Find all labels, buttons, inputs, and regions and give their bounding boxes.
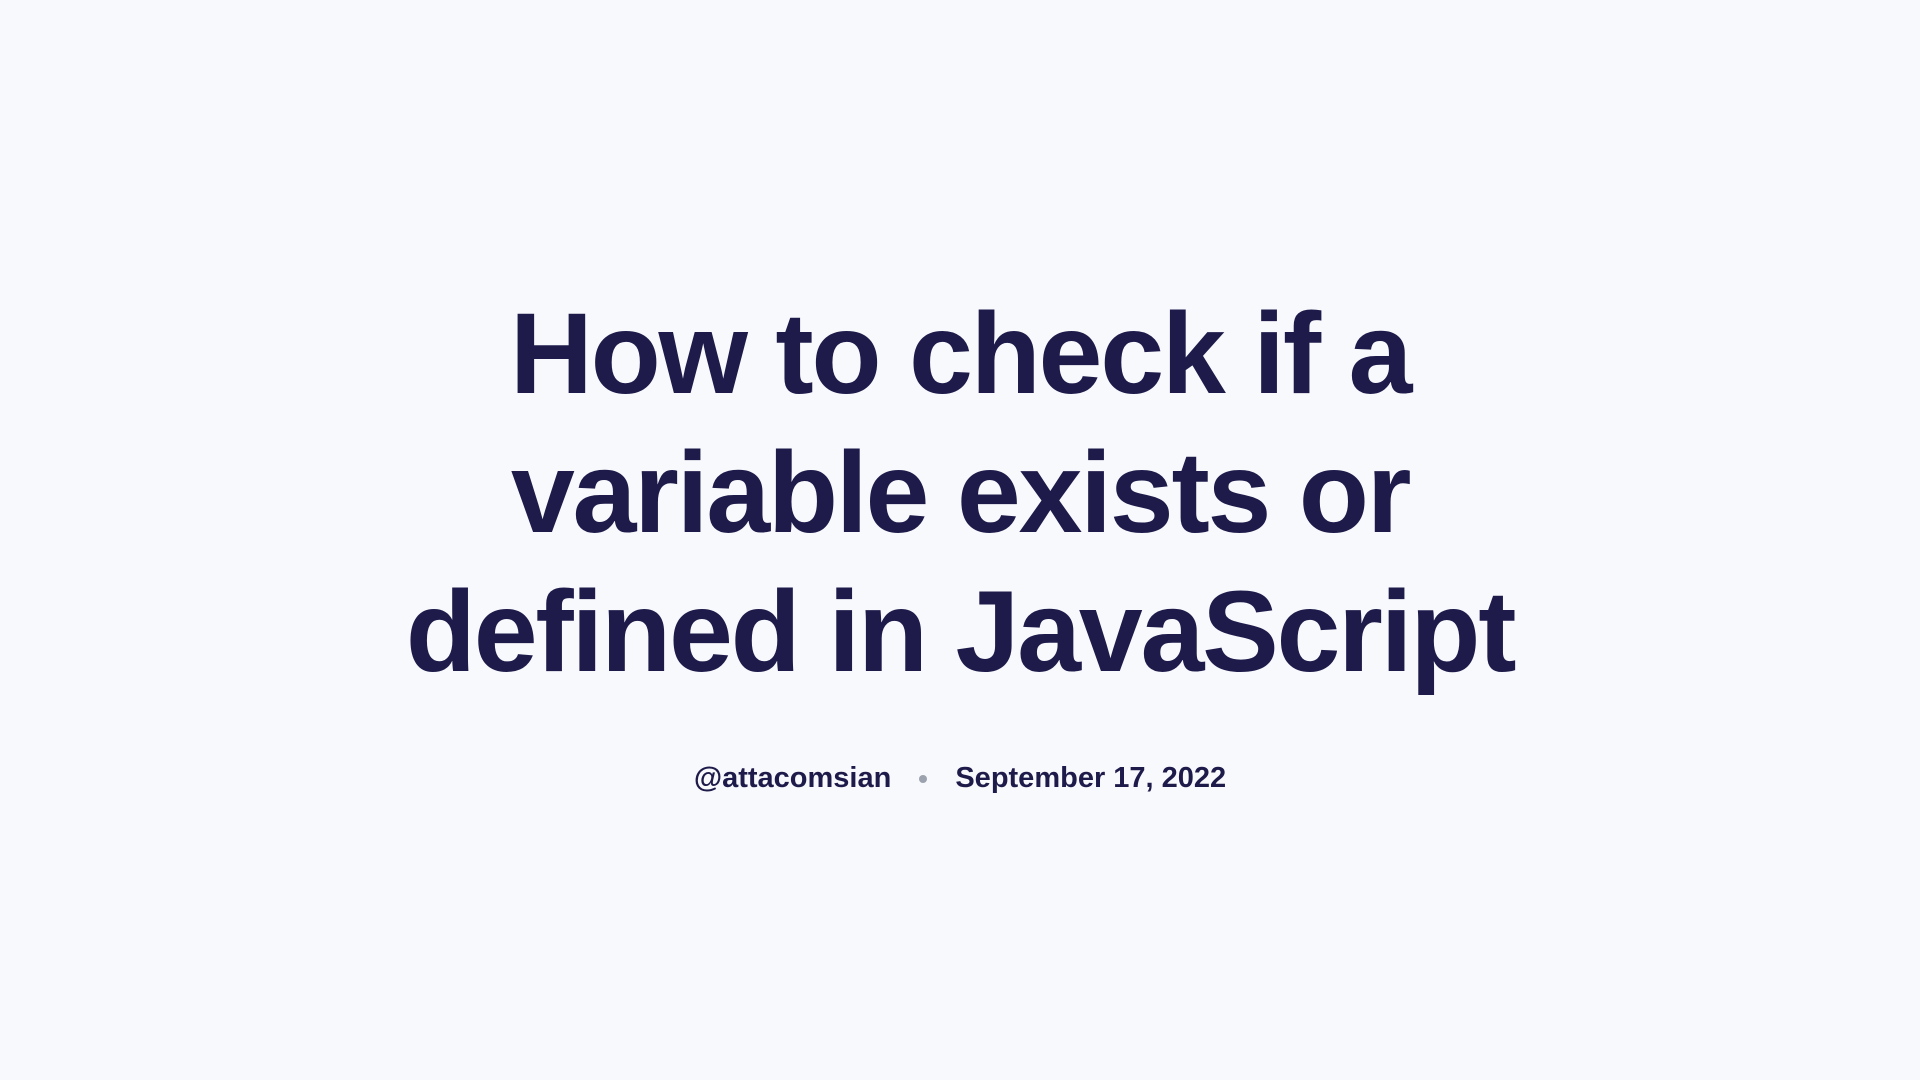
article-header: How to check if a variable exists or def… [310, 285, 1610, 795]
author-handle[interactable]: @attacomsian [694, 762, 892, 795]
dot-separator-icon [919, 775, 927, 783]
article-meta: @attacomsian September 17, 2022 [350, 762, 1570, 795]
article-title: How to check if a variable exists or def… [350, 285, 1570, 702]
publish-date: September 17, 2022 [955, 762, 1226, 795]
